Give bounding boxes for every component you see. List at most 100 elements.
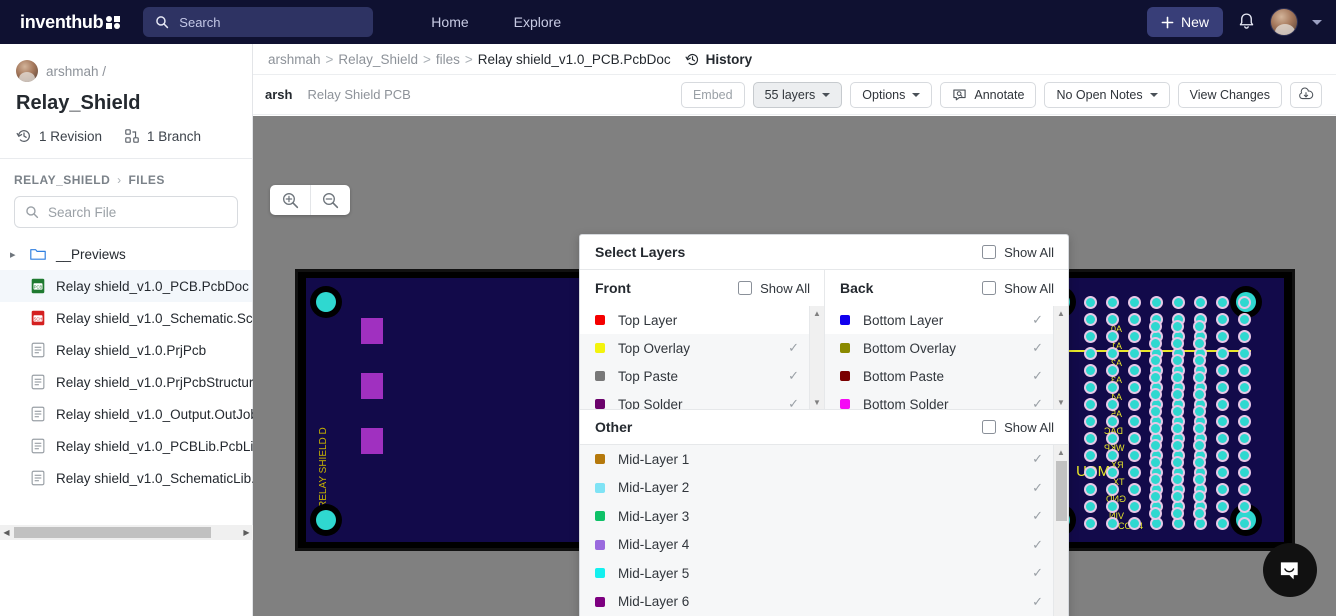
scrollbar-thumb[interactable] xyxy=(14,527,211,538)
select-layers-dropdown[interactable]: Select Layers Show All Front Show All To… xyxy=(579,234,1069,616)
chevron-down-icon[interactable] xyxy=(1312,19,1322,25)
four-dots-icon xyxy=(106,15,121,29)
layer-row-mid-layer-1[interactable]: Mid-Layer 1 ✓ xyxy=(580,445,1053,474)
user-avatar[interactable] xyxy=(1270,8,1298,36)
checkbox-icon[interactable] xyxy=(982,245,997,259)
layer-name: Mid-Layer 6 xyxy=(618,594,690,610)
breadcrumb-item-files[interactable]: files xyxy=(436,52,460,67)
notes-button[interactable]: No Open Notes xyxy=(1044,81,1170,108)
through-hole-pad xyxy=(1240,383,1249,392)
through-hole-pad xyxy=(1173,458,1182,467)
scroll-up-arrow-icon[interactable]: ▲ xyxy=(813,306,821,320)
layer-row-top-paste[interactable]: Top Paste ✓ xyxy=(580,362,809,390)
checkbox-icon[interactable] xyxy=(982,281,997,295)
zoom-out-button[interactable] xyxy=(310,185,350,215)
layer-row-bottom-paste[interactable]: Bottom Paste ✓ xyxy=(825,362,1053,390)
through-hole-pad xyxy=(1196,519,1205,528)
check-icon: ✓ xyxy=(1032,312,1043,327)
back-layers-scroll[interactable]: Bottom Layer ✓ Bottom Overlay ✓ Bottom P… xyxy=(825,306,1068,409)
files-breadcrumb-repo[interactable]: RELAY_SHIELD xyxy=(14,173,110,187)
scroll-down-arrow-icon[interactable]: ▼ xyxy=(813,395,821,409)
show-all-label: Show All xyxy=(1004,419,1054,435)
check-icon: ✓ xyxy=(1032,508,1043,524)
list-item[interactable]: Relay shield_v1.0.PrjPcbStructure xyxy=(0,366,261,398)
through-hole-pad xyxy=(1151,390,1160,399)
owner-name: arshmah / xyxy=(46,63,107,79)
layer-color-swatch xyxy=(595,343,605,353)
annotate-button-label: Annotate xyxy=(974,87,1025,102)
scroll-up-arrow-icon[interactable]: ▲ xyxy=(1057,306,1065,320)
front-layers-scroll[interactable]: Top Layer Top Overlay ✓ Top Paste ✓ Top … xyxy=(580,306,824,409)
through-hole-pad xyxy=(1151,407,1160,416)
list-item[interactable]: Relay shield_v1.0_SchematicLib.SchLib xyxy=(0,462,296,494)
branch-count[interactable]: 1 Branch xyxy=(124,128,201,144)
show-all-label: Show All xyxy=(1004,244,1054,260)
through-hole-pad xyxy=(1195,407,1204,416)
view-changes-button[interactable]: View Changes xyxy=(1177,81,1282,108)
breadcrumb-item-owner[interactable]: arshmah xyxy=(268,52,321,67)
list-item[interactable]: Relay shield_v1.0_Output.OutJob xyxy=(0,398,258,430)
pcb-viewer[interactable]: RELAY SHIELD D Header1 R6 R7 R12 R13 RE xyxy=(253,116,1336,616)
layer-row-mid-layer-5[interactable]: Mid-Layer 5 ✓ xyxy=(580,559,1053,588)
list-item[interactable]: PCB Relay shield_v1.0_PCB.PcbDoc xyxy=(0,270,252,302)
layer-row-bottom-overlay[interactable]: Bottom Overlay ✓ xyxy=(825,334,1053,362)
sidebar-horizontal-scrollbar[interactable]: ◀ ▶ xyxy=(0,525,253,540)
back-list-scrollbar[interactable]: ▲ ▼ xyxy=(1053,306,1068,409)
annotate-button[interactable]: Annotate xyxy=(940,81,1037,108)
bell-icon[interactable] xyxy=(1237,12,1256,32)
intercom-chat-button[interactable] xyxy=(1263,543,1317,597)
other-list-scrollbar[interactable]: ▲ ▼ xyxy=(1053,445,1068,616)
show-all-toggle-other[interactable]: Show All xyxy=(982,420,1054,435)
zoom-in-button[interactable] xyxy=(270,185,310,215)
through-hole-pad xyxy=(1151,475,1160,484)
top-navigation-bar: inventhub Search Home Explore New xyxy=(0,0,1336,44)
file-search-input[interactable]: Search File xyxy=(14,196,238,228)
new-button[interactable]: New xyxy=(1146,7,1223,37)
other-layers-scroll[interactable]: Mid-Layer 1 ✓ Mid-Layer 2 ✓ Mid-Layer 3 … xyxy=(580,444,1068,616)
checkbox-icon[interactable] xyxy=(738,281,753,295)
checkbox-icon[interactable] xyxy=(982,420,997,434)
scroll-right-arrow-icon[interactable]: ▶ xyxy=(240,528,253,537)
view-changes-button-label: View Changes xyxy=(1189,87,1270,102)
embed-button[interactable]: Embed xyxy=(680,81,745,108)
nav-link-home[interactable]: Home xyxy=(431,14,468,30)
chevron-right-icon[interactable]: ▸ xyxy=(10,248,20,261)
layer-row-bottom-solder[interactable]: Bottom Solder ✓ xyxy=(825,390,1053,409)
revision-count[interactable]: 1 Revision xyxy=(16,128,102,144)
nav-link-explore[interactable]: Explore xyxy=(514,14,561,30)
layer-row-mid-layer-3[interactable]: Mid-Layer 3 ✓ xyxy=(580,502,1053,531)
layer-row-mid-layer-6[interactable]: Mid-Layer 6 ✓ xyxy=(580,588,1053,616)
through-hole-pad xyxy=(1152,298,1161,307)
download-button[interactable] xyxy=(1290,81,1322,108)
show-all-toggle-global[interactable]: Show All xyxy=(982,245,1054,260)
files-breadcrumb-files[interactable]: FILES xyxy=(128,173,165,187)
layer-row-bottom-layer[interactable]: Bottom Layer ✓ xyxy=(825,306,1053,334)
layer-row-top-overlay[interactable]: Top Overlay ✓ xyxy=(580,334,809,362)
options-button[interactable]: Options xyxy=(850,81,933,108)
layers-button[interactable]: 55 layers xyxy=(752,81,843,108)
list-item[interactable]: Relay shield_v1.0.PrjPcb xyxy=(0,334,252,366)
show-all-toggle-front[interactable]: Show All xyxy=(738,281,810,296)
history-link[interactable]: History xyxy=(685,52,752,67)
list-item-label: Relay shield_v1.0.PrjPcb xyxy=(56,342,207,358)
svg-text:SCH: SCH xyxy=(34,316,43,321)
show-all-toggle-back[interactable]: Show All xyxy=(982,281,1054,296)
layer-row-mid-layer-4[interactable]: Mid-Layer 4 ✓ xyxy=(580,531,1053,560)
layer-name: Top Layer xyxy=(618,312,678,328)
layer-row-top-solder[interactable]: Top Solder ✓ xyxy=(580,390,809,409)
list-item[interactable]: SCH Relay shield_v1.0_Schematic.SchDoc xyxy=(0,302,284,334)
breadcrumb-item-repo[interactable]: Relay_Shield xyxy=(338,52,418,67)
scroll-up-arrow-icon[interactable]: ▲ xyxy=(1057,445,1065,459)
layer-row-mid-layer-2[interactable]: Mid-Layer 2 ✓ xyxy=(580,474,1053,503)
svg-text:PCB: PCB xyxy=(34,284,43,289)
search-input[interactable]: Search xyxy=(143,7,374,37)
scrollbar-thumb[interactable] xyxy=(1056,461,1067,521)
list-item[interactable]: ▸ __Previews xyxy=(0,238,252,270)
scroll-down-arrow-icon[interactable]: ▼ xyxy=(1057,395,1065,409)
inventhub-logo[interactable]: inventhub xyxy=(20,12,121,33)
scroll-left-arrow-icon[interactable]: ◀ xyxy=(0,528,13,537)
front-list-scrollbar[interactable]: ▲ ▼ xyxy=(809,306,824,409)
list-item[interactable]: Relay shield_v1.0_PCBLib.PcbLib xyxy=(0,430,261,462)
owner-row[interactable]: arshmah / xyxy=(16,60,236,82)
layer-row-top-layer[interactable]: Top Layer xyxy=(580,306,809,334)
